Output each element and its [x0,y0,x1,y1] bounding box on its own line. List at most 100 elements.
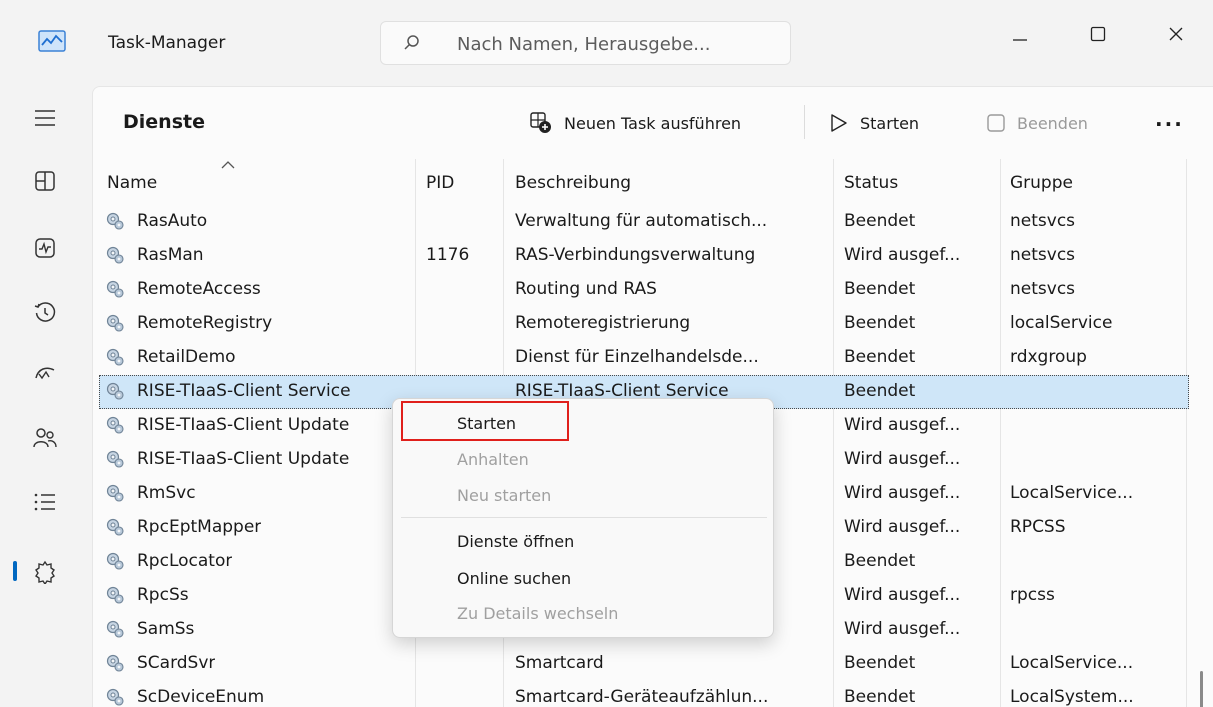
new-task-icon [530,112,551,133]
cell-name: RetailDemo [137,347,236,367]
table-row[interactable]: RemoteAccess Routing und RAS Beendet netsvc… [93,273,1193,307]
search-input[interactable]: Nach Namen, Herausgebe... [457,34,710,55]
cell-name: SamSs [137,619,195,639]
service-gear-icon [105,483,125,503]
service-gear-icon [105,585,125,605]
startup-icon [35,367,55,380]
cell-description: Dienst für Einzelhandelsde... [515,347,759,367]
cell-group: rpcss [1010,585,1055,605]
cell-group: rdxgroup [1010,347,1087,367]
service-gear-icon [105,449,125,469]
menu-item-go-to-details[interactable]: Zu Details wechseln [457,604,618,623]
minimize-button[interactable] [990,16,1050,52]
column-header-name[interactable]: Name [107,173,157,193]
column-header-group[interactable]: Gruppe [1010,173,1073,193]
table-row[interactable]: RasAuto Verwaltung für automatisch... Been… [93,205,1193,239]
cell-name: RpcEptMapper [137,517,262,537]
start-label: Starten [860,113,920,133]
new-task-button[interactable]: Neuen Task ausführen [530,101,741,145]
cell-group: netsvcs [1010,279,1076,299]
more-options-button[interactable]: ... [1155,107,1184,131]
cell-status: Beendet [844,551,916,571]
performance-icon [35,238,55,258]
sidebar-item-services[interactable] [20,550,70,594]
cell-status: Beendet [844,381,916,401]
page-title: Dienste [123,111,205,133]
menu-item-open-services[interactable]: Dienste öffnen [457,532,574,551]
sidebar-item-startup[interactable] [20,352,70,396]
maximize-icon [1090,26,1106,42]
sidebar-item-processes[interactable] [20,159,70,203]
cell-description: Verwaltung für automatisch... [515,211,768,231]
active-nav-indicator [13,561,17,581]
table-row[interactable]: ScDeviceEnum Smartcard-Geräteaufzählun...… [93,681,1193,707]
cell-name: ScDeviceEnum [137,687,265,707]
search-icon [404,35,419,50]
vertical-scrollbar[interactable] [1200,671,1203,707]
cell-status: Beendet [844,687,916,707]
cell-name: SCardSvr [137,653,216,673]
cell-status: Wird ausgef... [844,449,961,469]
hamburger-icon [35,110,55,126]
service-gear-icon [105,313,125,333]
service-gear-icon [105,279,125,299]
menu-item-pause[interactable]: Anhalten [457,450,529,469]
cell-group: localService [1010,313,1113,333]
service-gear-icon [105,687,125,707]
table-row[interactable]: RasMan 1176 RAS-Verbindungsverwaltung Wird … [93,239,1193,273]
cell-description: Smartcard-Geräteaufzählun... [515,687,769,707]
sidebar-item-app-history[interactable] [20,291,70,335]
stop-label: Beenden [1017,113,1088,133]
cell-status: Beendet [844,653,916,673]
column-header-status[interactable]: Status [844,173,898,193]
menu-item-search-online[interactable]: Online suchen [457,569,571,588]
cell-status: Wird ausgef... [844,619,961,639]
table-row[interactable]: SCardSvr Smartcard Beendet LocalService... [93,647,1193,681]
cell-status: Wird ausgef... [844,415,961,435]
users-icon [33,428,57,448]
cell-status: Wird ausgef... [844,517,961,537]
cell-group: LocalSystem... [1010,687,1134,707]
sidebar-item-users[interactable] [20,416,70,460]
cell-description: RAS-Verbindungsverwaltung [515,245,756,265]
cell-name: RemoteAccess [137,279,261,299]
column-header-description[interactable]: Beschreibung [515,173,631,193]
service-gear-icon [105,347,125,367]
sidebar-item-menu[interactable] [20,96,70,140]
cell-status: Wird ausgef... [844,585,961,605]
play-icon [831,114,847,132]
sidebar-item-details[interactable] [20,480,70,524]
cell-status: Beendet [844,279,916,299]
stop-button[interactable]: Beenden [987,101,1088,145]
start-button[interactable]: Starten [830,101,919,145]
service-gear-icon [105,381,125,401]
service-gear-icon [105,551,125,571]
close-icon [1169,27,1183,41]
menu-item-restart[interactable]: Neu starten [457,486,551,505]
cell-description: Smartcard [515,653,604,673]
table-row[interactable]: RemoteRegistry Remoteregistrierung Beendet… [93,307,1193,341]
history-icon [34,302,56,322]
cell-name: RasAuto [137,211,208,231]
cell-status: Wird ausgef... [844,483,961,503]
cell-name: RpcLocator [137,551,233,571]
services-icon [35,560,55,584]
app-title: Task-Manager [108,33,226,53]
table-row[interactable]: RetailDemo Dienst für Einzelhandelsde... B… [93,341,1193,375]
details-icon [34,493,55,511]
cell-name: RpcSs [137,585,189,605]
minimize-icon [1013,39,1027,41]
performance-chart-icon [38,30,66,52]
sidebar [0,86,92,707]
cell-group: netsvcs [1010,211,1076,231]
column-header-pid[interactable]: PID [426,173,454,193]
service-gear-icon [105,211,125,231]
maximize-button[interactable] [1068,16,1128,52]
cell-name: RISE-TIaaS-Client Update [137,449,350,469]
search-box[interactable]: Nach Namen, Herausgebe... [380,21,791,65]
cell-description: Remoteregistrierung [515,313,691,333]
close-button[interactable] [1146,16,1206,52]
cell-name: RmSvc [137,483,196,503]
service-gear-icon [105,245,125,265]
sidebar-item-performance[interactable] [20,226,70,270]
